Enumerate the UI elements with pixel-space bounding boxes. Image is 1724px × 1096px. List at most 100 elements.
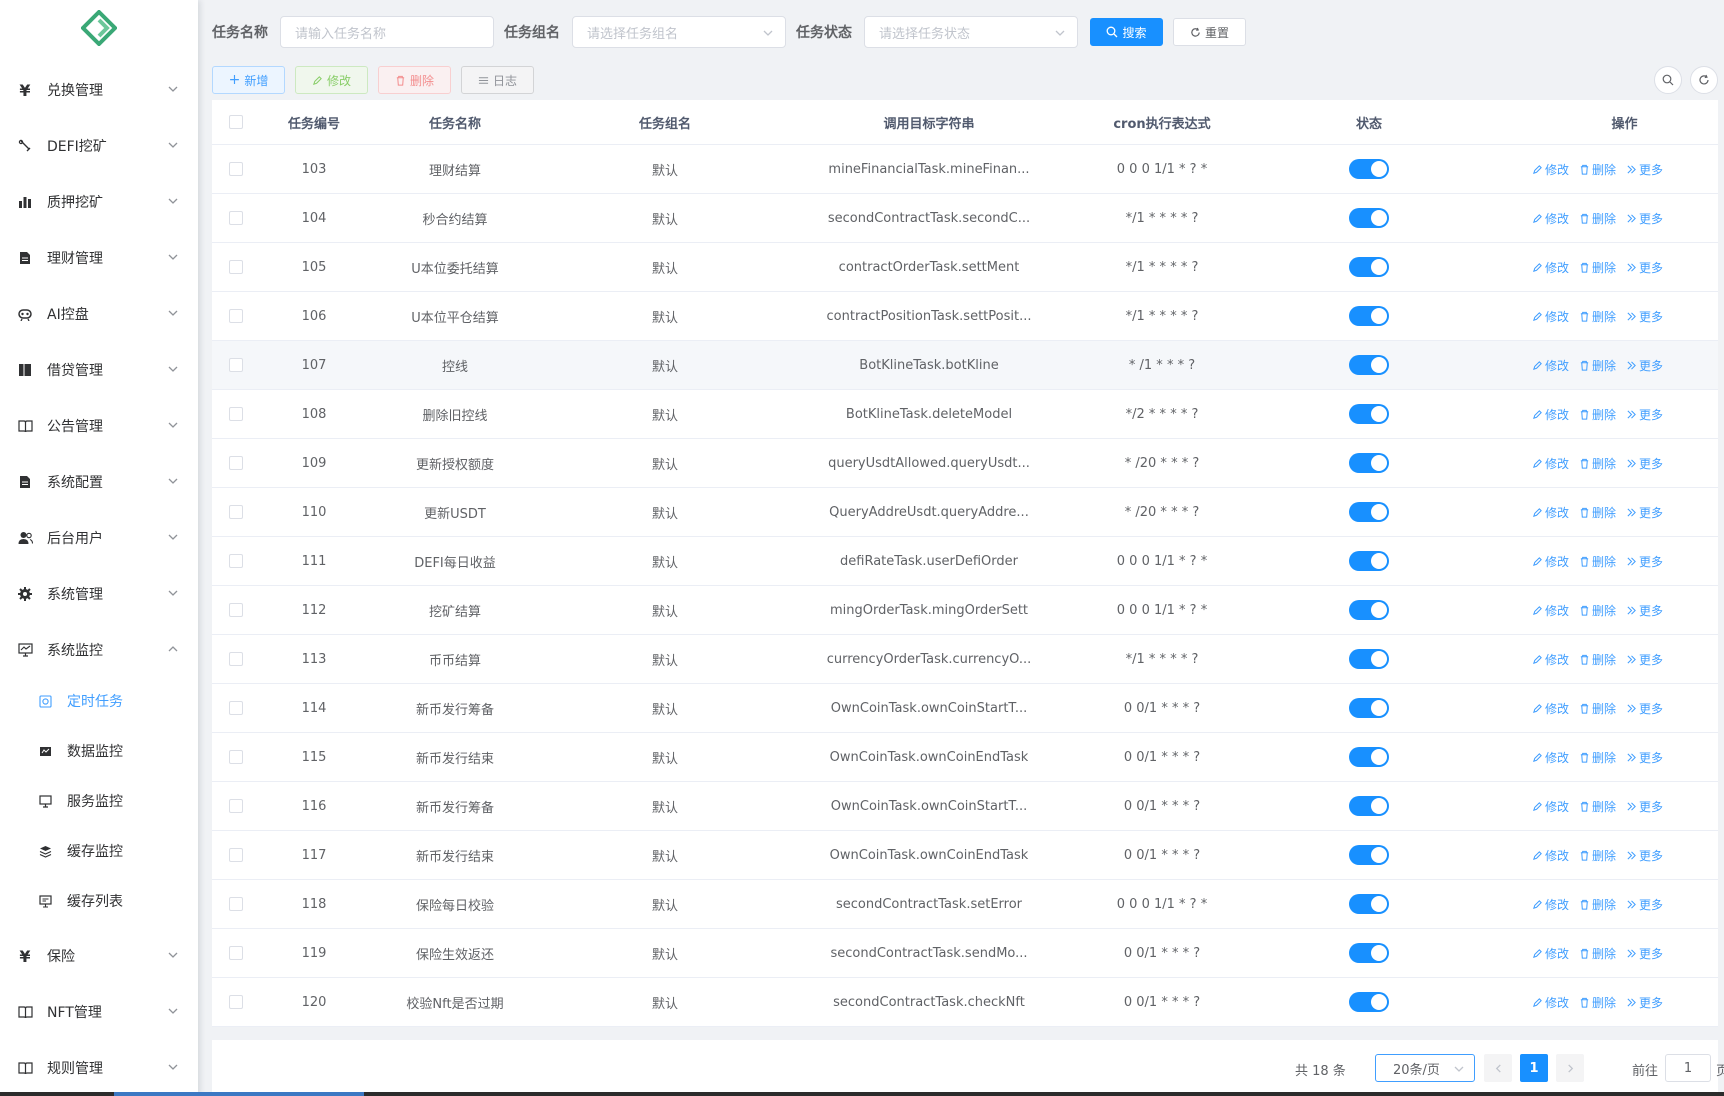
row-more-link[interactable]: 更多 (1626, 406, 1663, 423)
status-switch[interactable] (1349, 159, 1389, 179)
row-checkbox[interactable] (229, 750, 243, 764)
row-checkbox[interactable] (229, 652, 243, 666)
row-delete-link[interactable]: 删除 (1579, 798, 1616, 815)
refresh-button[interactable] (1690, 66, 1718, 94)
row-delete-link[interactable]: 删除 (1579, 357, 1616, 374)
next-page-button[interactable] (1556, 1054, 1584, 1082)
sidebar-menu-item[interactable]: 公告管理 (0, 398, 198, 454)
row-delete-link[interactable]: 删除 (1579, 455, 1616, 472)
row-edit-link[interactable]: 修改 (1532, 210, 1569, 227)
row-delete-link[interactable]: 删除 (1579, 847, 1616, 864)
row-checkbox[interactable] (229, 701, 243, 715)
status-switch[interactable] (1349, 943, 1389, 963)
row-checkbox[interactable] (229, 848, 243, 862)
row-more-link[interactable]: 更多 (1626, 357, 1663, 374)
row-more-link[interactable]: 更多 (1626, 896, 1663, 913)
sidebar-submenu-item[interactable]: 数据监控 (0, 726, 198, 776)
row-edit-link[interactable]: 修改 (1532, 749, 1569, 766)
task-group-select[interactable]: 请选择任务组名 (572, 16, 786, 48)
status-switch[interactable] (1349, 453, 1389, 473)
row-delete-link[interactable]: 删除 (1579, 308, 1616, 325)
row-checkbox[interactable] (229, 505, 243, 519)
row-edit-link[interactable]: 修改 (1532, 308, 1569, 325)
row-checkbox[interactable] (229, 211, 243, 225)
search-button[interactable]: 搜索 (1090, 18, 1163, 46)
row-more-link[interactable]: 更多 (1626, 945, 1663, 962)
row-delete-link[interactable]: 删除 (1579, 210, 1616, 227)
sidebar-menu-item[interactable]: 后台用户 (0, 510, 198, 566)
row-edit-link[interactable]: 修改 (1532, 945, 1569, 962)
row-checkbox[interactable] (229, 162, 243, 176)
row-checkbox[interactable] (229, 309, 243, 323)
row-checkbox[interactable] (229, 456, 243, 470)
status-switch[interactable] (1349, 502, 1389, 522)
row-delete-link[interactable]: 删除 (1579, 651, 1616, 668)
status-switch[interactable] (1349, 698, 1389, 718)
status-switch[interactable] (1349, 796, 1389, 816)
row-delete-link[interactable]: 删除 (1579, 700, 1616, 717)
row-more-link[interactable]: 更多 (1626, 504, 1663, 521)
status-switch[interactable] (1349, 404, 1389, 424)
row-edit-link[interactable]: 修改 (1532, 553, 1569, 570)
row-checkbox[interactable] (229, 554, 243, 568)
sidebar-menu-item[interactable]: ¥ 兑换管理 (0, 62, 198, 118)
row-more-link[interactable]: 更多 (1626, 259, 1663, 276)
row-delete-link[interactable]: 删除 (1579, 896, 1616, 913)
row-delete-link[interactable]: 删除 (1579, 749, 1616, 766)
row-more-link[interactable]: 更多 (1626, 994, 1663, 1011)
page-1-button[interactable]: 1 (1520, 1054, 1548, 1082)
row-delete-link[interactable]: 删除 (1579, 504, 1616, 521)
sidebar-menu-item[interactable]: 规则管理 (0, 1040, 198, 1096)
task-status-select[interactable]: 请选择任务状态 (864, 16, 1078, 48)
sidebar-submenu-item[interactable]: 服务监控 (0, 776, 198, 826)
row-more-link[interactable]: 更多 (1626, 602, 1663, 619)
row-delete-link[interactable]: 删除 (1579, 945, 1616, 962)
row-delete-link[interactable]: 删除 (1579, 406, 1616, 423)
status-switch[interactable] (1349, 649, 1389, 669)
status-switch[interactable] (1349, 257, 1389, 277)
row-edit-link[interactable]: 修改 (1532, 798, 1569, 815)
row-checkbox[interactable] (229, 946, 243, 960)
row-edit-link[interactable]: 修改 (1532, 259, 1569, 276)
status-switch[interactable] (1349, 894, 1389, 914)
row-checkbox[interactable] (229, 603, 243, 617)
row-delete-link[interactable]: 删除 (1579, 602, 1616, 619)
status-switch[interactable] (1349, 845, 1389, 865)
page-size-select[interactable]: 20条/页 (1375, 1054, 1475, 1082)
status-switch[interactable] (1349, 992, 1389, 1012)
row-checkbox[interactable] (229, 897, 243, 911)
toggle-search-button[interactable] (1654, 66, 1682, 94)
row-edit-link[interactable]: 修改 (1532, 161, 1569, 178)
log-button[interactable]: 日志 (461, 66, 534, 94)
row-more-link[interactable]: 更多 (1626, 700, 1663, 717)
status-switch[interactable] (1349, 600, 1389, 620)
sidebar-submenu-item[interactable]: 缓存监控 (0, 826, 198, 876)
status-switch[interactable] (1349, 551, 1389, 571)
row-more-link[interactable]: 更多 (1626, 847, 1663, 864)
row-edit-link[interactable]: 修改 (1532, 700, 1569, 717)
sidebar-menu-item[interactable]: 理财管理 (0, 230, 198, 286)
sidebar-menu-item[interactable]: NFT管理 (0, 984, 198, 1040)
status-switch[interactable] (1349, 355, 1389, 375)
logo[interactable] (0, 0, 198, 56)
row-more-link[interactable]: 更多 (1626, 798, 1663, 815)
row-delete-link[interactable]: 删除 (1579, 994, 1616, 1011)
row-more-link[interactable]: 更多 (1626, 455, 1663, 472)
row-edit-link[interactable]: 修改 (1532, 406, 1569, 423)
row-edit-link[interactable]: 修改 (1532, 994, 1569, 1011)
row-delete-link[interactable]: 删除 (1579, 161, 1616, 178)
row-delete-link[interactable]: 删除 (1579, 259, 1616, 276)
row-edit-link[interactable]: 修改 (1532, 357, 1569, 374)
status-switch[interactable] (1349, 306, 1389, 326)
row-more-link[interactable]: 更多 (1626, 210, 1663, 227)
sidebar-menu-item[interactable]: AI控盘 (0, 286, 198, 342)
row-checkbox[interactable] (229, 260, 243, 274)
row-edit-link[interactable]: 修改 (1532, 847, 1569, 864)
task-name-input[interactable]: 请输入任务名称 (280, 16, 494, 48)
row-delete-link[interactable]: 删除 (1579, 553, 1616, 570)
row-more-link[interactable]: 更多 (1626, 308, 1663, 325)
sidebar-menu-item[interactable]: ¥ 保险 (0, 928, 198, 984)
status-switch[interactable] (1349, 208, 1389, 228)
row-checkbox[interactable] (229, 358, 243, 372)
add-button[interactable]: + 新增 (212, 66, 285, 94)
